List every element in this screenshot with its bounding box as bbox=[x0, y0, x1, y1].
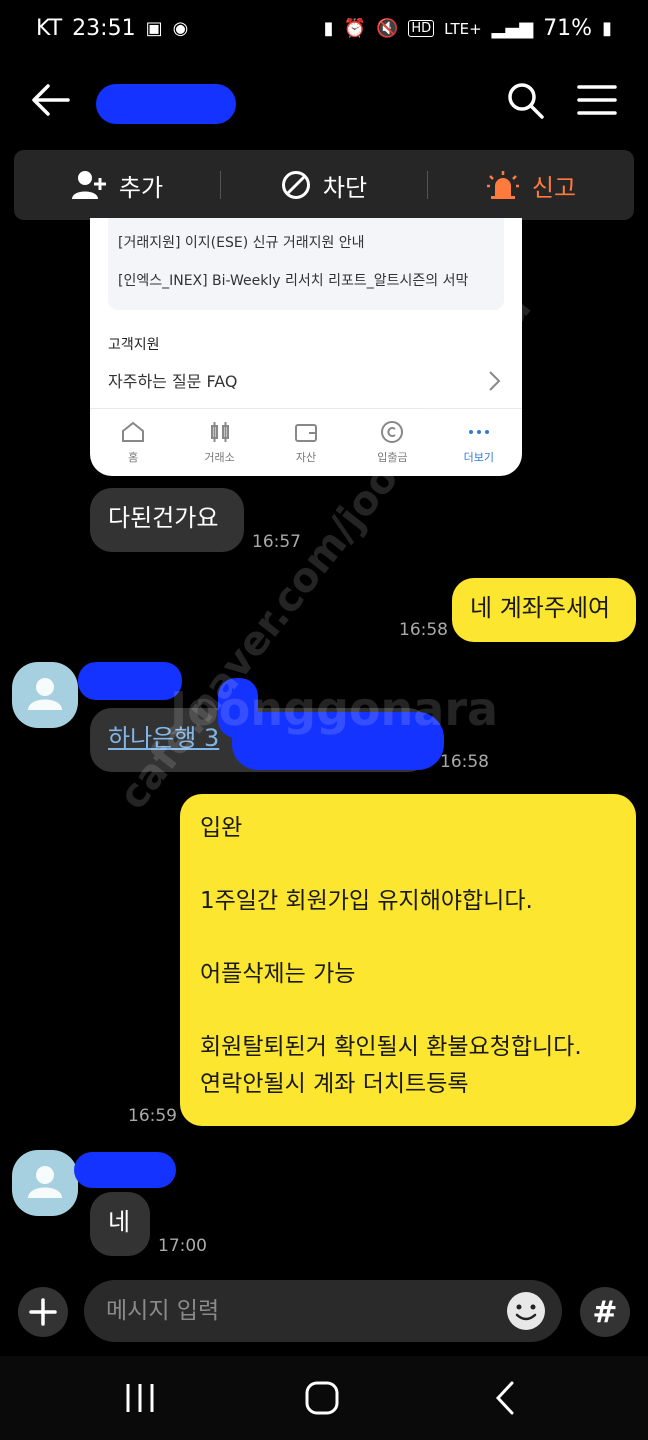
block-label: 차단 bbox=[322, 173, 368, 202]
back-icon[interactable] bbox=[486, 1378, 526, 1418]
mute-icon: 🔇 bbox=[375, 18, 399, 39]
message-time: 16:58 bbox=[440, 752, 489, 772]
contact-name bbox=[96, 84, 236, 124]
block-icon bbox=[281, 171, 310, 199]
home-icon[interactable] bbox=[302, 1378, 342, 1418]
message-time: 16:57 bbox=[252, 532, 301, 552]
carrier-label: KT bbox=[36, 16, 63, 41]
message-line: 연락안될시 계좌 더치트등록 bbox=[200, 1070, 469, 1097]
battery-icon: ▮ bbox=[602, 18, 612, 39]
message-line: 입완 bbox=[200, 815, 243, 841]
add-user-icon bbox=[71, 171, 106, 199]
hashtag-button[interactable]: # bbox=[580, 1287, 630, 1337]
notice-item: [거래지원] 이지(ESE) 신규 거래지원 안내 bbox=[118, 235, 365, 251]
action-bar: 추가 차단 신고 bbox=[14, 150, 634, 220]
battery-level: 71% bbox=[543, 16, 593, 41]
message-line: 회원탈퇴된거 확인될시 환불요청합니다. bbox=[200, 1034, 582, 1060]
nav-label: 더보기 bbox=[463, 450, 495, 464]
chat-header bbox=[0, 66, 648, 136]
status-right: ▮ ⏰ 🔇 HD LTE+ ▂▄▆ 71% ▮ bbox=[324, 16, 612, 41]
menu-icon[interactable] bbox=[576, 80, 618, 120]
message-line: 1주일간 회원가입 유지해야합니다. bbox=[200, 888, 533, 914]
sender-name-redacted bbox=[74, 1152, 176, 1188]
plus-icon bbox=[29, 1298, 57, 1326]
notice-list: [거래지원] 이지(ESE) 신규 거래지원 안내 [인엑스_INEX] Bi-… bbox=[108, 218, 504, 310]
nav-home: 홈 bbox=[90, 409, 176, 476]
status-bar: KT 23:51 ▣ ◉ ▮ ⏰ 🔇 HD LTE+ ▂▄▆ 71% ▮ bbox=[0, 0, 648, 60]
emoji-icon[interactable] bbox=[505, 1290, 547, 1332]
message-bubble-incoming[interactable]: 네 bbox=[90, 1192, 150, 1256]
nav-assets: 자산 bbox=[263, 409, 349, 476]
search-icon[interactable] bbox=[505, 80, 545, 120]
nav-exchange: 거래소 bbox=[176, 409, 262, 476]
nfc-icon: ▮ bbox=[323, 18, 334, 39]
sender-avatar[interactable] bbox=[12, 1150, 78, 1216]
block-button[interactable]: 차단 bbox=[221, 150, 427, 220]
message-bubble-outgoing[interactable]: 네 계좌주세여 bbox=[452, 578, 636, 642]
signal-icon: ▂▄▆ bbox=[491, 18, 534, 39]
clock: 23:51 bbox=[72, 16, 136, 41]
wallet-icon bbox=[295, 423, 318, 442]
app-notification-icon: ◉ bbox=[172, 18, 189, 39]
message-time: 16:59 bbox=[128, 1106, 177, 1126]
home-icon bbox=[122, 421, 145, 442]
report-button[interactable]: 신고 bbox=[428, 150, 634, 220]
siren-icon bbox=[486, 171, 519, 199]
nav-label: 홈 bbox=[128, 450, 139, 464]
message-input[interactable] bbox=[84, 1280, 562, 1342]
message-line: 어플삭제는 가능 bbox=[200, 961, 356, 987]
message-bubble-incoming[interactable]: 다된건가요 bbox=[90, 488, 244, 552]
nav-label: 거래소 bbox=[204, 450, 235, 464]
gallery-icon: ▣ bbox=[145, 18, 163, 39]
hd-icon: HD bbox=[408, 20, 435, 37]
message-time: 16:58 bbox=[399, 620, 448, 640]
nav-label: 자산 bbox=[295, 450, 317, 464]
sender-avatar[interactable] bbox=[12, 662, 78, 728]
add-label: 추가 bbox=[118, 173, 164, 202]
sender-name-redacted bbox=[78, 662, 182, 700]
notice-item: [인엑스_INEX] Bi-Weekly 리서치 리포트_알트시즌의 서막 bbox=[118, 273, 469, 289]
recent-apps-icon[interactable] bbox=[120, 1378, 160, 1418]
status-left: KT 23:51 ▣ ◉ bbox=[36, 16, 188, 41]
back-button[interactable] bbox=[28, 78, 72, 122]
candlestick-icon bbox=[210, 421, 229, 442]
message-time: 17:00 bbox=[158, 1236, 207, 1256]
report-label: 신고 bbox=[531, 173, 577, 202]
add-friend-button[interactable]: 추가 bbox=[14, 150, 220, 220]
alarm-icon: ⏰ bbox=[343, 18, 366, 39]
section-title: 고객지원 bbox=[108, 337, 160, 353]
more-icon bbox=[468, 429, 489, 434]
message-bubble-outgoing[interactable]: 입완 1주일간 회원가입 유지해야합니다. 어플삭제는 가능 회원탈퇴된거 확인… bbox=[180, 794, 636, 1126]
network-type: LTE+ bbox=[444, 19, 482, 38]
faq-label: 자주하는 질문 FAQ bbox=[108, 372, 238, 391]
system-nav-bar bbox=[0, 1356, 648, 1440]
attach-button[interactable] bbox=[18, 1287, 68, 1337]
